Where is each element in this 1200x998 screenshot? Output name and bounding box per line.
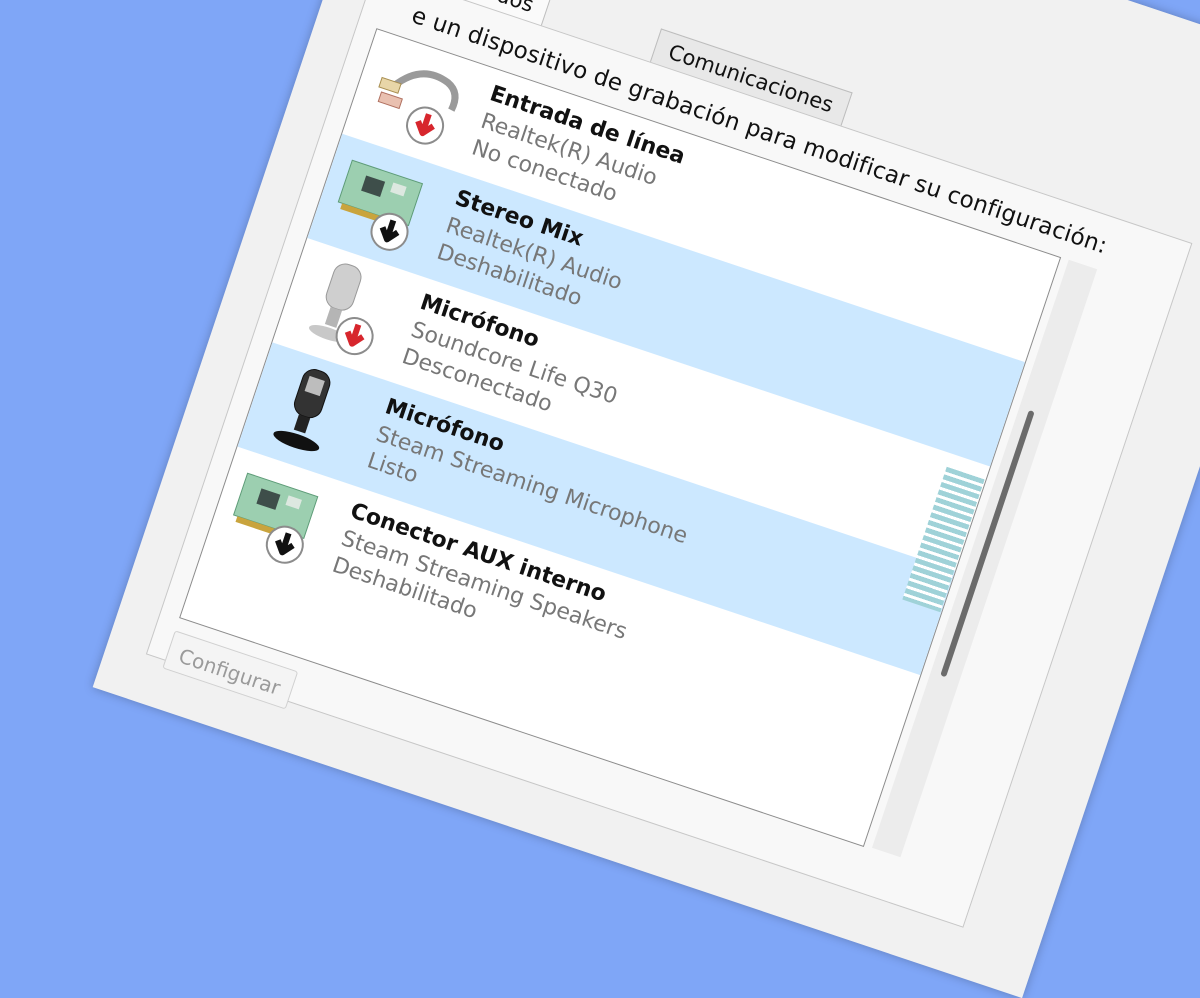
rotated-scene: × nidos Comunicaciones e un dispositivo … <box>0 0 1200 998</box>
close-button[interactable]: × <box>1196 206 1200 251</box>
sound-card-icon <box>232 472 319 564</box>
sound-dialog-window: × nidos Comunicaciones e un dispositivo … <box>92 0 1200 998</box>
